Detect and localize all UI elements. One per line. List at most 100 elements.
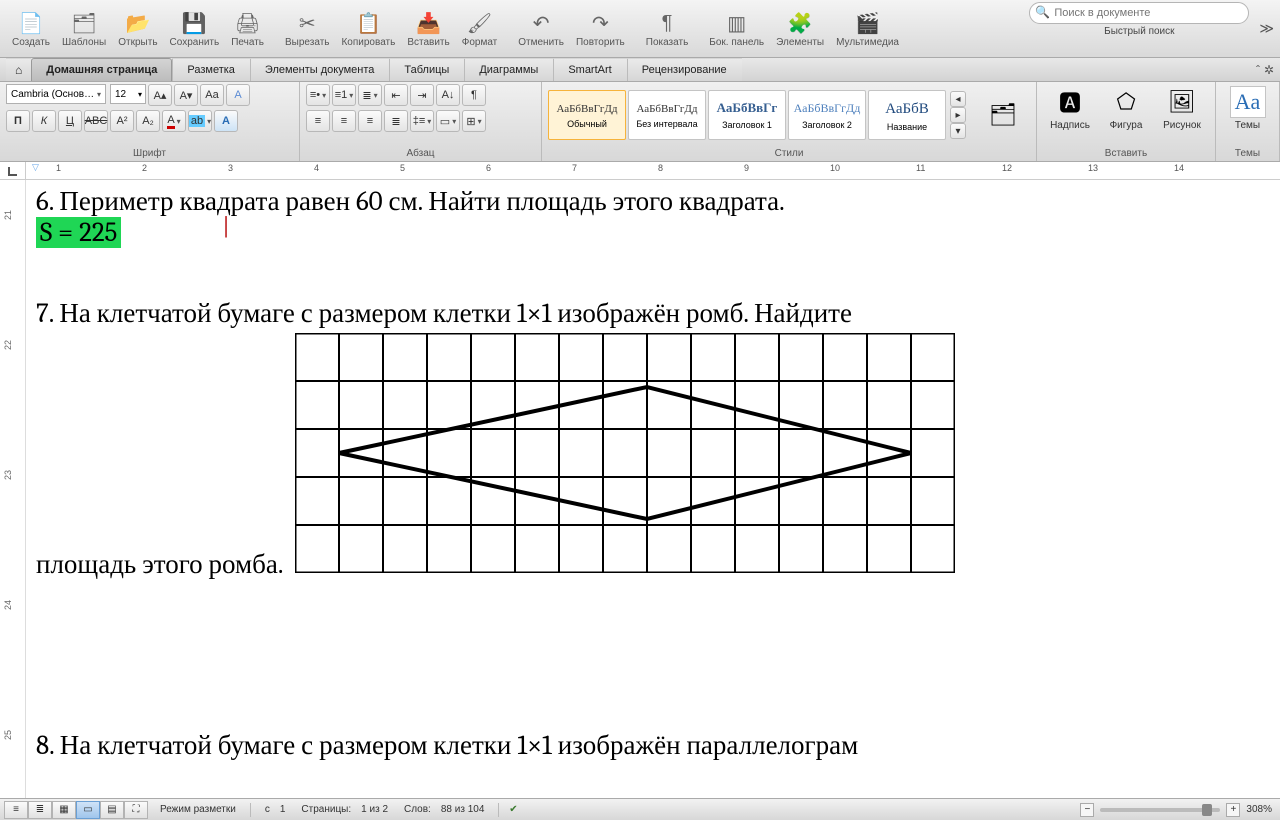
bullets-button[interactable]: ≡• — [306, 84, 330, 106]
line-spacing-button[interactable]: ‡≡ — [410, 110, 434, 132]
view-print-layout-button[interactable]: ▭ — [76, 801, 100, 819]
toolbar-показать[interactable]: ¶Показать — [640, 7, 695, 50]
view-publishing-button[interactable]: ▦ — [52, 801, 76, 819]
overflow-chevron-icon[interactable]: ≫ — [1259, 20, 1274, 37]
style-card-3[interactable]: АаБбВвГгДдЗаголовок 2 — [788, 90, 866, 140]
paragraph-7a[interactable]: 7. На клетчатой бумаге с размером клетки… — [36, 298, 1280, 329]
grow-font-button[interactable]: A▴ — [148, 84, 172, 106]
ribbon-collapse-icon[interactable]: ˆ — [1256, 63, 1260, 77]
ribbon-tab-2[interactable]: Элементы документа — [250, 58, 389, 81]
styles-expand-button[interactable]: ▾ — [950, 123, 966, 139]
toolbar-повторить[interactable]: ↷Повторить — [570, 7, 631, 50]
superscript-button[interactable]: A² — [110, 110, 134, 132]
clear-formatting-button[interactable]: A — [226, 84, 250, 106]
ribbon-tab-5[interactable]: SmartArt — [553, 58, 626, 81]
paragraph-8[interactable]: 8. На клетчатой бумаге с размером клетки… — [36, 730, 1280, 761]
toolbar-icon: ↷ — [586, 9, 614, 37]
toolbar-вырезать[interactable]: ✂Вырезать — [279, 7, 335, 50]
panel-title-styles: Стили — [548, 146, 1030, 161]
insert-1[interactable]: ⬠Фигура — [1099, 84, 1153, 133]
toolbar-сохранить[interactable]: 💾Сохранить — [164, 7, 226, 50]
ribbon-tab-0[interactable]: Домашняя страница — [31, 58, 172, 81]
toolbar-формат[interactable]: 🖌Формат — [456, 7, 504, 50]
paragraph-7b[interactable]: площадь этого ромба. — [36, 333, 1280, 580]
italic-button[interactable]: К — [32, 110, 56, 132]
toolbar-элементы[interactable]: 🧩Элементы — [770, 7, 830, 50]
toolbar-отменить[interactable]: ↶Отменить — [512, 7, 570, 50]
style-card-1[interactable]: АаБбВвГгДдБез интервала — [628, 90, 706, 140]
zoom-value[interactable]: 308% — [1246, 804, 1272, 815]
numbering-button[interactable]: ≡1 — [332, 84, 356, 106]
view-outline-button[interactable]: ≣ — [28, 801, 52, 819]
bold-button[interactable]: П — [6, 110, 30, 132]
text-effects-button[interactable]: A — [214, 110, 238, 132]
subscript-button[interactable]: A₂ — [136, 110, 160, 132]
toolbar-шаблоны[interactable]: 🗂Шаблоны — [56, 7, 112, 50]
indent-increase-button[interactable]: ⇥ — [410, 84, 434, 106]
vruler-number: 22 — [3, 340, 13, 350]
insert-0[interactable]: 🅰Надпись — [1043, 84, 1097, 133]
view-fullscreen-button[interactable]: ⛶ — [124, 801, 148, 819]
indent-decrease-button[interactable]: ⇤ — [384, 84, 408, 106]
toolbar-бок. панель[interactable]: ▥Бок. панель — [703, 7, 770, 50]
panel-title-insert: Вставить — [1043, 146, 1209, 161]
panel-title-paragraph: Абзац — [306, 146, 535, 161]
font-name-selector[interactable]: Cambria (Основ… — [6, 84, 106, 104]
shading-button[interactable]: ▭ — [436, 110, 460, 132]
shrink-font-button[interactable]: A▾ — [174, 84, 198, 106]
styles-pane-button[interactable]: 🗂 — [976, 97, 1030, 133]
ribbon-settings-icon[interactable]: ✲ — [1264, 63, 1274, 77]
home-icon-tab[interactable]: ⌂ — [6, 58, 31, 81]
spellcheck-icon[interactable]: ✔ — [505, 803, 521, 817]
borders-button[interactable]: ⊞ — [462, 110, 486, 132]
toolbar-открыть[interactable]: 📂Открыть — [112, 7, 163, 50]
toolbar-icon: 🖨 — [234, 9, 262, 37]
ruler-number: 2 — [142, 163, 147, 173]
ribbon-tab-1[interactable]: Разметка — [172, 58, 250, 81]
show-marks-button[interactable]: ¶ — [462, 84, 486, 106]
underline-button[interactable]: Ц — [58, 110, 82, 132]
align-left-button[interactable]: ≡ — [306, 110, 330, 132]
font-size-selector[interactable]: 12 — [110, 84, 146, 104]
align-right-button[interactable]: ≡ — [358, 110, 382, 132]
answer-highlight[interactable]: S = 225 — [36, 217, 121, 248]
change-case-button[interactable]: Aa — [200, 84, 224, 106]
toolbar-создать[interactable]: 📄Создать — [6, 7, 56, 50]
style-card-2[interactable]: АаБбВвГгЗаголовок 1 — [708, 90, 786, 140]
multilevel-button[interactable]: ≣ — [358, 84, 382, 106]
themes-button[interactable]: Aa Темы — [1222, 84, 1273, 133]
ribbon-tab-3[interactable]: Таблицы — [389, 58, 464, 81]
vruler-number: 24 — [3, 600, 13, 610]
sort-button[interactable]: A↓ — [436, 84, 460, 106]
page[interactable]: 6. Периметр квадрата равен 60 см. Найти … — [26, 180, 1280, 798]
paragraph-6[interactable]: 6. Периметр квадрата равен 60 см. Найти … — [36, 186, 1280, 217]
highlight-color-button[interactable]: ab — [188, 110, 212, 132]
status-mode: Режим разметки — [152, 804, 244, 815]
align-justify-button[interactable]: ≣ — [384, 110, 408, 132]
zoom-slider[interactable] — [1100, 808, 1220, 812]
style-card-4[interactable]: АаБбВНазвание — [868, 90, 946, 140]
styles-next-button[interactable]: ▸ — [950, 107, 966, 123]
ribbon-tab-6[interactable]: Рецензирование — [627, 58, 742, 81]
styles-prev-button[interactable]: ◂ — [950, 91, 966, 107]
toolbar-мультимедиа[interactable]: 🎬Мультимедиа — [830, 7, 905, 50]
style-card-0[interactable]: АаБбВвГгДдОбычный — [548, 90, 626, 140]
toolbar-icon: 📂 — [124, 9, 152, 37]
ribbon-tab-4[interactable]: Диаграммы — [464, 58, 553, 81]
toolbar-печать[interactable]: 🖨Печать — [225, 7, 270, 50]
font-color-button[interactable]: A — [162, 110, 186, 132]
zoom-in-button[interactable]: + — [1226, 803, 1240, 817]
toolbar-вставить[interactable]: 📥Вставить — [401, 7, 455, 50]
toolbar-icon: 💾 — [180, 9, 208, 37]
view-draft-button[interactable]: ≡ — [4, 801, 28, 819]
align-center-button[interactable]: ≡ — [332, 110, 356, 132]
toolbar-копировать[interactable]: 📋Копировать — [335, 7, 401, 50]
insert-2[interactable]: 🖼Рисунок — [1155, 84, 1209, 133]
search-input[interactable] — [1029, 2, 1249, 24]
strike-button[interactable]: ABC — [84, 110, 108, 132]
indent-marker[interactable]: ▽ — [32, 162, 39, 173]
zoom-out-button[interactable]: − — [1080, 803, 1094, 817]
view-notebook-button[interactable]: ▤ — [100, 801, 124, 819]
tab-selector[interactable] — [0, 162, 26, 179]
status-words: Слов:88 из 104 — [396, 804, 492, 815]
